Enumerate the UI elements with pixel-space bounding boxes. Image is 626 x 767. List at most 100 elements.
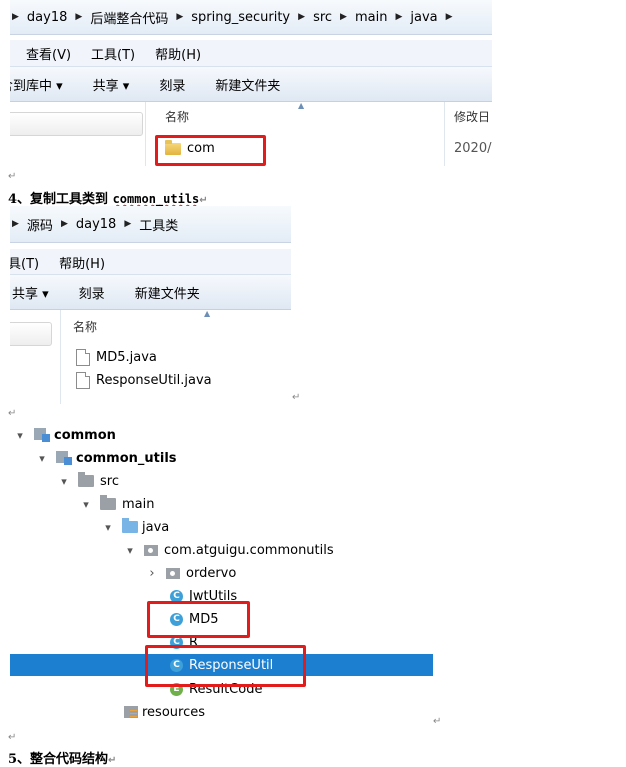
source-folder-icon <box>122 518 138 533</box>
pane-divider <box>145 102 146 166</box>
explorer-window-2: ▶ 源码 ▶ day18 ▶ 工具类 具(T) 帮助(H) 共享 ▾ 刻录 新建… <box>10 206 291 404</box>
menu-bar: 具(T) 帮助(H) <box>10 249 291 275</box>
chevron-right-icon: ▶ <box>340 12 347 22</box>
column-modified[interactable]: 修改日 <box>454 108 490 125</box>
tree-item-package[interactable]: ▾ com.atguigu.commonutils <box>124 540 334 560</box>
tree-label: com.atguigu.commonutils <box>164 542 334 558</box>
share-button[interactable]: 共享 ▾ <box>12 283 49 302</box>
breadcrumb-src[interactable]: src <box>313 10 332 25</box>
tree-item-common[interactable]: ▾ common <box>14 425 116 445</box>
package-icon <box>166 567 180 579</box>
tree-item-common-utils[interactable]: ▾ common_utils <box>36 448 177 468</box>
tree-label: src <box>100 473 119 489</box>
menu-tools[interactable]: 具(T) <box>10 253 39 272</box>
tree-label: common_utils <box>76 450 177 466</box>
paragraph-mark: ↵ <box>433 716 442 727</box>
new-folder-button[interactable]: 新建文件夹 <box>215 75 280 94</box>
column-name[interactable]: 名称 <box>165 108 189 125</box>
highlight-box-md5 <box>147 601 250 638</box>
chevron-right-icon: ▶ <box>60 219 68 229</box>
chevron-down-icon[interactable]: ▾ <box>58 475 70 488</box>
share-button[interactable]: 共享 ▾ <box>93 75 130 94</box>
chevron-right-icon: ▶ <box>12 12 19 22</box>
file-modified: 2020/: <box>454 141 492 156</box>
file-icon <box>76 349 90 366</box>
module-icon <box>34 428 50 442</box>
breadcrumb-main[interactable]: main <box>355 10 387 25</box>
tree-item-ordervo[interactable]: › ordervo <box>146 563 236 583</box>
chevron-down-icon[interactable]: ▾ <box>80 498 92 511</box>
step-4-code: common_utils <box>112 192 200 206</box>
tree-label: ordervo <box>186 565 237 581</box>
chevron-right-icon[interactable]: › <box>146 566 158 581</box>
tree-label: main <box>122 496 155 512</box>
folder-icon <box>78 472 94 487</box>
step-4-text: 4、复制工具类到 <box>8 192 113 207</box>
chevron-right-icon: ▶ <box>176 12 184 22</box>
step-4-heading: 4、复制工具类到 common_utils↵ <box>8 188 208 207</box>
breadcrumb-tools[interactable]: 工具类 <box>139 215 178 234</box>
paragraph-mark: ↵ <box>8 171 17 182</box>
tree-item-java[interactable]: ▾ java <box>102 517 169 537</box>
tree-item-main[interactable]: ▾ main <box>80 494 154 514</box>
pane-divider <box>60 310 61 404</box>
tree-item-resources[interactable]: resources <box>124 702 205 722</box>
column-divider <box>444 102 445 166</box>
paragraph-mark: ↵ <box>199 195 208 206</box>
paragraph-mark: ↵ <box>8 732 17 743</box>
file-row-responseutil[interactable]: ResponseUtil.java <box>76 372 212 389</box>
tree-label: java <box>142 519 170 535</box>
menu-bar: 查看(V) 工具(T) 帮助(H) <box>10 40 492 66</box>
burn-button[interactable]: 刻录 <box>79 283 105 302</box>
file-row-md5[interactable]: MD5.java <box>76 349 157 366</box>
command-toolbar: 共享 ▾ 刻录 新建文件夹 <box>10 274 291 310</box>
burn-button[interactable]: 刻录 <box>159 75 185 94</box>
step-5-heading: 5、整合代码结构↵ <box>8 748 116 767</box>
address-bar[interactable]: ▶ day18 ▶ 后端整合代码 ▶ spring_security ▶ src… <box>10 0 492 35</box>
tree-label: resources <box>142 704 206 720</box>
chevron-down-icon[interactable]: ▾ <box>36 452 48 465</box>
paragraph-mark: ↵ <box>8 408 17 419</box>
chevron-right-icon: ▶ <box>395 12 403 22</box>
paragraph-mark: ↵ <box>108 755 117 766</box>
new-folder-button[interactable]: 新建文件夹 <box>135 283 200 302</box>
chevron-right-icon: ▶ <box>12 219 19 229</box>
tree-item-src[interactable]: ▾ src <box>58 471 119 491</box>
resources-folder-icon <box>124 706 138 718</box>
include-library-button[interactable]: 含到库中 ▾ <box>10 75 63 94</box>
breadcrumb-backend[interactable]: 后端整合代码 <box>90 8 168 27</box>
breadcrumb-day18[interactable]: day18 <box>27 10 67 25</box>
sort-up-icon: ▲ <box>204 309 211 318</box>
paragraph-mark: ↵ <box>292 392 301 403</box>
breadcrumb-day18[interactable]: day18 <box>76 217 116 232</box>
chevron-down-icon[interactable]: ▾ <box>124 544 136 557</box>
file-name: ResponseUtil.java <box>96 373 212 388</box>
menu-help[interactable]: 帮助(H) <box>59 253 105 272</box>
module-icon <box>56 451 72 465</box>
chevron-right-icon: ▶ <box>298 12 306 22</box>
nav-pane-item[interactable] <box>10 112 143 136</box>
address-bar[interactable]: ▶ 源码 ▶ day18 ▶ 工具类 <box>10 206 291 243</box>
chevron-right-icon: ▶ <box>75 12 83 22</box>
menu-help[interactable]: 帮助(H) <box>155 44 201 63</box>
file-icon <box>76 372 90 389</box>
step-5-text: 5、整合代码结构 <box>8 752 109 767</box>
menu-tools[interactable]: 工具(T) <box>91 44 135 63</box>
breadcrumb-java[interactable]: java <box>410 10 437 25</box>
sort-up-icon: ▲ <box>298 101 305 110</box>
chevron-down-icon[interactable]: ▾ <box>102 521 114 534</box>
folder-icon <box>100 495 116 510</box>
file-name: MD5.java <box>96 350 157 365</box>
highlight-box-responseutil <box>145 645 306 687</box>
menu-view[interactable]: 查看(V) <box>26 44 71 63</box>
column-name[interactable]: 名称 <box>73 318 97 335</box>
command-toolbar: 含到库中 ▾ 共享 ▾ 刻录 新建文件夹 <box>10 66 492 102</box>
tree-label: common <box>54 427 116 443</box>
chevron-right-icon: ▶ <box>445 12 453 22</box>
breadcrumb-source[interactable]: 源码 <box>27 215 53 234</box>
breadcrumb-spring-security[interactable]: spring_security <box>191 10 290 25</box>
nav-pane-item[interactable] <box>10 322 52 346</box>
package-icon <box>144 544 158 556</box>
highlight-box-com <box>155 135 266 166</box>
chevron-down-icon[interactable]: ▾ <box>14 429 26 442</box>
